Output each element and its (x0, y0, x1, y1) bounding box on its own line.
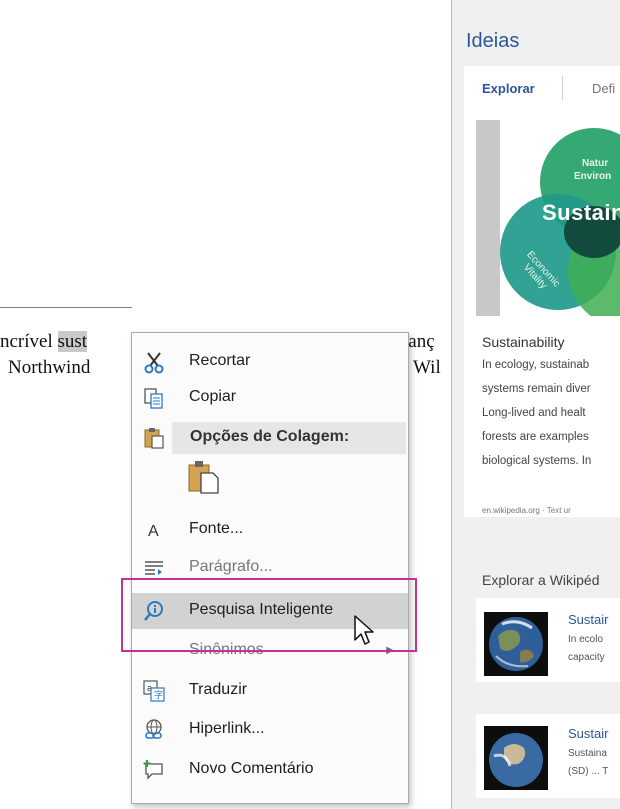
card-heading: Sustainability (482, 334, 565, 350)
copy-icon (142, 386, 166, 410)
menu-item-font[interactable]: A Fonte... (132, 513, 408, 547)
hyperlink-icon (142, 718, 166, 742)
svg-text:A: A (148, 523, 159, 540)
scissors-icon (142, 350, 166, 374)
diagram-label-sustainability: Sustaina (542, 200, 620, 225)
card-text-line-2: systems remain diver (482, 383, 591, 395)
document-line-2-right[interactable]: Wil (413, 357, 441, 379)
new-comment-icon (142, 758, 166, 782)
svg-text:字: 字 (154, 689, 163, 700)
document-line-2-left[interactable]: Northwind (8, 357, 90, 379)
menu-label-new-comment: Novo Comentário (189, 760, 314, 777)
menu-label-paragraph: Parágrafo... (189, 558, 273, 575)
paste-options-header: Opções de Colagem: (172, 422, 406, 454)
paste-keep-format-icon[interactable] (186, 459, 222, 495)
clipboard-icon (142, 426, 166, 450)
diagram-label-environment: Environ (574, 171, 612, 182)
wiki-result-2[interactable]: Sustair Sustaina (SD) ... T (476, 714, 620, 798)
paragraph-icon (142, 556, 166, 580)
tab-explore[interactable]: Explorar (482, 81, 535, 96)
document-line-1-prefix: ncrível (0, 331, 58, 352)
card-text-line-5: biological systems. In (482, 455, 592, 467)
wiki-result-1-line-1: In ecolo (568, 634, 604, 645)
sustainability-diagram-image[interactable]: Natur Environ Sustaina Economic Vitality (476, 120, 620, 316)
wiki-result-1-title[interactable]: Sustair (568, 612, 608, 627)
menu-item-copy[interactable]: Copiar (132, 381, 408, 415)
ideas-pane-title: Ideias (466, 30, 520, 52)
menu-item-hyperlink[interactable]: Hiperlink... (132, 713, 408, 747)
card-text-line-4: forests are examples (482, 431, 589, 443)
mouse-pointer-icon (353, 614, 379, 648)
document-horizontal-rule (0, 307, 132, 308)
selected-text[interactable]: sust (57, 331, 88, 352)
card-text-line-1: In ecology, sustainab (482, 359, 590, 371)
translate-icon: a 字 (142, 679, 166, 703)
menu-item-cut[interactable]: Recortar (132, 345, 408, 379)
card-text-line-3: Long-lived and healt (482, 407, 586, 419)
card-source-link[interactable]: en.wikipedia.org · Text ur (482, 506, 571, 515)
menu-label-translate: Traduzir (189, 681, 248, 698)
menu-item-new-comment[interactable]: Novo Comentário (132, 753, 408, 787)
sustainability-card[interactable]: Natur Environ Sustaina Economic Vitality… (464, 112, 620, 517)
font-icon: A (142, 518, 166, 542)
menu-item-translate[interactable]: a 字 Traduzir (132, 674, 408, 708)
tab-define[interactable]: Defi (592, 81, 615, 96)
wiki-result-1[interactable]: Sustair In ecolo capacity (476, 598, 620, 682)
document-line-1[interactable]: ncrível sust (0, 331, 88, 353)
wiki-result-1-line-2: capacity (568, 652, 605, 663)
earth-thumbnail-1 (484, 612, 548, 676)
earth-thumbnail-2 (484, 726, 548, 790)
ideas-pane: Ideias Explorar Defi Natur Environ Susta… (451, 0, 620, 809)
tab-separator (562, 76, 563, 100)
diagram-label-nature: Natur (582, 158, 609, 169)
explore-wikipedia-heading: Explorar a Wikipéd (482, 572, 600, 588)
menu-label-font: Fonte... (189, 520, 244, 537)
menu-label-cut: Recortar (189, 352, 251, 369)
menu-label-hyperlink: Hiperlink... (189, 720, 265, 737)
ideas-tabs: Explorar Defi (464, 66, 620, 112)
wiki-result-2-title[interactable]: Sustair (568, 726, 608, 741)
paste-options-label: Opções de Colagem: (190, 428, 350, 445)
menu-label-copy: Copiar (189, 388, 237, 405)
wiki-result-2-line-1: Sustaina (568, 748, 607, 759)
context-menu: Recortar Copiar Opções de Colagem: A Fon… (131, 332, 409, 804)
wiki-result-2-line-2: (SD) ... T (568, 766, 609, 777)
